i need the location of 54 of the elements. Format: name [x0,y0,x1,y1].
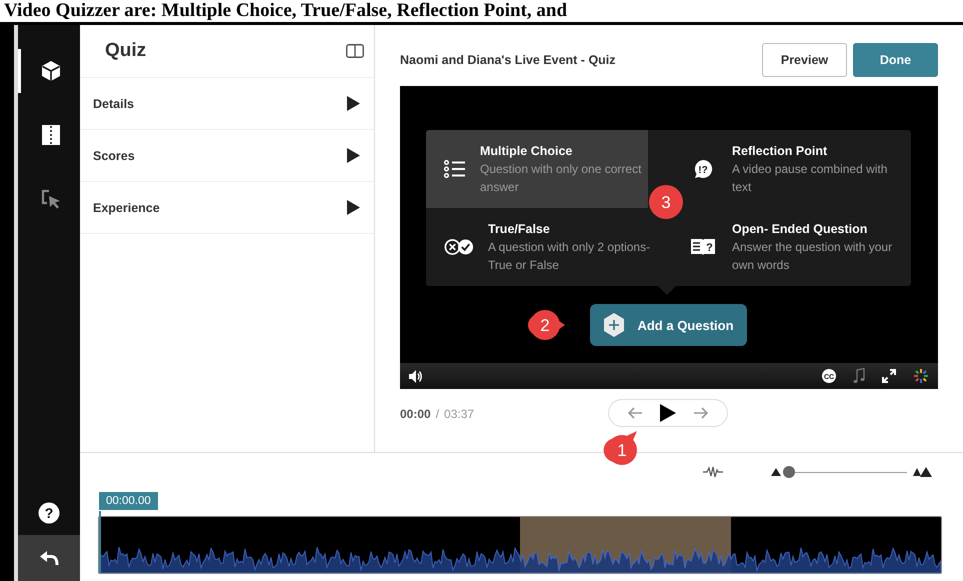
section-label: Scores [93,148,135,162]
undo-icon[interactable] [39,550,59,566]
settings-section-row[interactable]: Scores [80,130,374,182]
expand-arrow-icon [347,200,360,215]
expand-arrow-icon [347,148,360,163]
section-label: Experience [93,200,160,214]
asterisk-logo-icon[interactable] [913,368,929,384]
question-type-option[interactable]: !? Reflection Point A video pause combined with text [684,130,911,208]
duration: 03:37 [444,407,474,421]
current-time: 00:00 [400,407,431,421]
cube-icon [40,60,62,82]
music-note-icon[interactable] [853,368,865,384]
document-heading: Video Quizzer are: Multiple Choice, True/False, Reflection Point, and [3,0,568,22]
waveform-icon[interactable] [703,466,723,478]
quiz-title: Naomi and Diana's Live Event - Quiz [400,53,616,67]
video-player[interactable] [400,86,938,389]
option-title: Reflection Point [732,142,828,160]
question-type-option[interactable]: ? Open- Ended Question Answer the question with your own words [684,208,911,286]
list-icon [444,160,466,178]
time-separator: / [436,407,440,421]
option-title: Open- Ended Question [732,220,868,238]
add-question-button[interactable]: Add a Question [590,304,747,346]
forward-arrow-icon[interactable] [692,407,709,419]
back-arrow-icon[interactable] [627,407,644,419]
question-type-option[interactable]: Multiple Choice Question with only one correct answer [426,130,648,208]
settings-section-row[interactable]: Details [80,78,374,130]
section-label: Details [93,96,134,110]
panel-title: Quiz [105,40,146,62]
plus-hexagon-icon [603,313,626,337]
speech-bubble-icon: !? [693,159,713,179]
slider-thumb[interactable] [783,466,796,478]
help-icon[interactable]: ? [38,502,60,524]
option-description: Question with only one correct answer [480,160,642,196]
large-triangles-icon[interactable] [913,467,933,477]
open-book-question-icon: ? [690,238,716,256]
book-icon [42,125,60,145]
settings-section-row[interactable]: Experience [80,182,374,234]
volume-icon[interactable] [409,370,423,382]
split-view-icon[interactable] [346,44,364,58]
option-title: Multiple Choice [480,142,574,160]
option-description: Answer the question with your own words [732,238,894,274]
play-icon[interactable] [660,404,676,422]
fullscreen-icon[interactable] [882,369,896,383]
time-marker-label: 00:00.00 [99,492,158,510]
option-description: A video pause combined with text [732,160,888,196]
cross-check-icon [444,238,474,256]
done-button[interactable]: Done [853,43,938,77]
menu-pointer [658,286,676,295]
small-triangle-icon[interactable] [771,468,781,476]
cursor-icon [40,188,62,210]
numbered-callout: 2 [523,303,567,347]
preview-button[interactable]: Preview [762,43,847,77]
expand-arrow-icon [347,96,360,111]
option-title: True/False [488,220,551,238]
